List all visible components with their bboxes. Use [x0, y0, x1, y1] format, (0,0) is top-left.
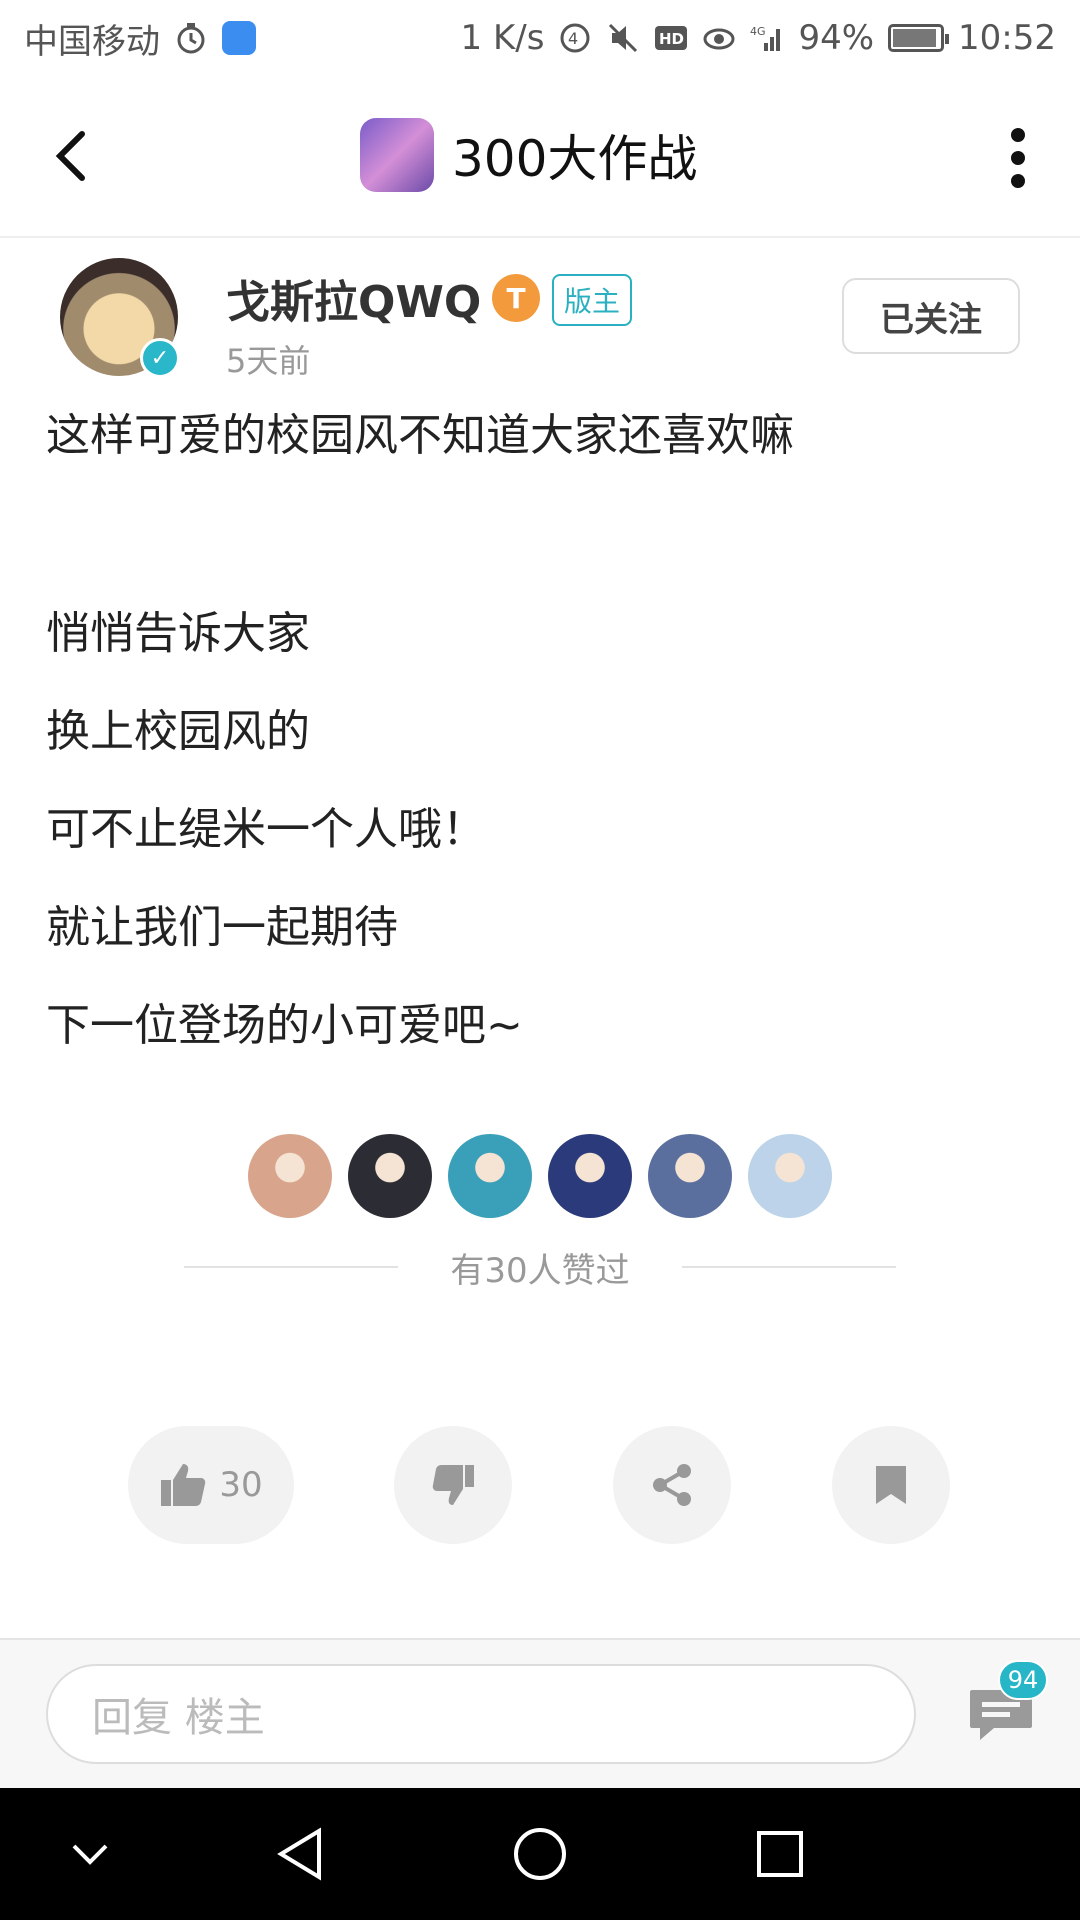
- status-bar: 中国移动 1 K/s 4 HD 4G 94% 10:52: [0, 0, 1080, 76]
- svg-text:4: 4: [568, 29, 578, 48]
- carrier-label: 中国移动: [24, 21, 160, 62]
- verified-check-icon: ✓: [140, 338, 180, 378]
- forum-title[interactable]: 300大作战: [360, 118, 697, 192]
- post-line: 就让我们一起期待: [46, 902, 398, 953]
- post-actions: 30: [128, 1426, 952, 1544]
- square-recents-icon: [757, 1831, 803, 1877]
- reply-bar: 回复 楼主 94: [0, 1638, 1080, 1788]
- post-timestamp: 5天前: [226, 342, 311, 380]
- mute-icon: [609, 23, 638, 53]
- divider: [184, 1266, 399, 1268]
- post-line: 下一位登场的小可爱吧~: [46, 1000, 523, 1051]
- security-shield-icon: [222, 21, 256, 55]
- thumbs-up-icon: [161, 1464, 206, 1506]
- liker-avatar[interactable]: [448, 1134, 532, 1218]
- nav-recents-button[interactable]: [744, 1818, 816, 1890]
- author-name[interactable]: 戈斯拉QWQ: [226, 266, 481, 330]
- post-content: 这样可爱的校园风不知道大家还喜欢嘛 悄悄告诉大家 换上校园风的 可不止缇米一个人…: [46, 406, 1036, 1094]
- like-count: 30: [219, 1465, 263, 1505]
- post-line: 这样可爱的校园风不知道大家还喜欢嘛: [46, 410, 794, 461]
- clock: 10:52: [958, 18, 1056, 58]
- svg-text:4G: 4G: [750, 25, 766, 38]
- bookmark-icon: [876, 1466, 906, 1504]
- svg-text:HD: HD: [659, 30, 684, 48]
- triangle-back-icon: [277, 1827, 321, 1881]
- bookmark-button[interactable]: [832, 1426, 950, 1544]
- circle-home-icon: [514, 1828, 566, 1880]
- post-line: 可不止缇米一个人哦！: [46, 804, 486, 855]
- more-vertical-icon: [1011, 128, 1025, 142]
- likes-count-text: 有30人赞过: [450, 1250, 630, 1291]
- divider: [681, 1266, 897, 1268]
- thumbs-down-icon: [432, 1465, 474, 1505]
- signal-4g-icon: 4G: [750, 25, 781, 51]
- network-speed: 1 K/s: [460, 18, 545, 58]
- game-icon: [360, 118, 434, 192]
- chevron-down-icon: [72, 1844, 108, 1865]
- post-line: 换上校园风的: [46, 706, 310, 757]
- page-title: 300大作战: [452, 130, 698, 188]
- moderator-badge: 版主: [552, 274, 633, 326]
- chevron-left-icon: [55, 131, 85, 181]
- nav-back-button[interactable]: [264, 1818, 336, 1890]
- post-blank-line: [46, 504, 1036, 604]
- follow-button[interactable]: 已关注: [842, 278, 1020, 354]
- liker-avatar[interactable]: [348, 1134, 432, 1218]
- likes-summary: 有30人赞过: [184, 1240, 897, 1294]
- battery-icon: [888, 24, 950, 52]
- screen: 中国移动 1 K/s 4 HD 4G 94% 10:52 300大作战 ✓ 戈斯…: [0, 0, 1080, 1920]
- post-line: 悄悄告诉大家: [46, 608, 310, 659]
- hd-icon: HD: [655, 26, 688, 50]
- comment-count-badge: 94: [998, 1660, 1048, 1700]
- level-badge: T: [492, 274, 540, 322]
- liker-avatar[interactable]: [248, 1134, 332, 1218]
- system-nav-bar: [0, 1788, 1080, 1920]
- post-author: ✓ 戈斯拉QWQ T 版主 5天前 已关注: [60, 258, 1020, 380]
- data-saver-icon: 4: [560, 23, 590, 53]
- more-options-button[interactable]: [1008, 128, 1028, 188]
- like-button[interactable]: 30: [128, 1426, 294, 1544]
- eye-comfort-icon: [703, 28, 735, 50]
- share-button[interactable]: [613, 1426, 731, 1544]
- dislike-button[interactable]: [394, 1426, 512, 1544]
- liker-avatars[interactable]: [0, 1134, 1080, 1218]
- back-button[interactable]: [40, 126, 100, 186]
- reply-input[interactable]: 回复 楼主: [46, 1664, 916, 1764]
- alarm-icon: [177, 23, 205, 54]
- nav-home-button[interactable]: [504, 1818, 576, 1890]
- liker-avatar[interactable]: [748, 1134, 832, 1218]
- battery-percent: 94%: [798, 18, 875, 58]
- share-icon: [653, 1464, 691, 1506]
- collapse-button[interactable]: [54, 1818, 126, 1890]
- liker-avatar[interactable]: [648, 1134, 732, 1218]
- liker-avatar[interactable]: [548, 1134, 632, 1218]
- top-app-bar: 300大作战: [0, 76, 1080, 238]
